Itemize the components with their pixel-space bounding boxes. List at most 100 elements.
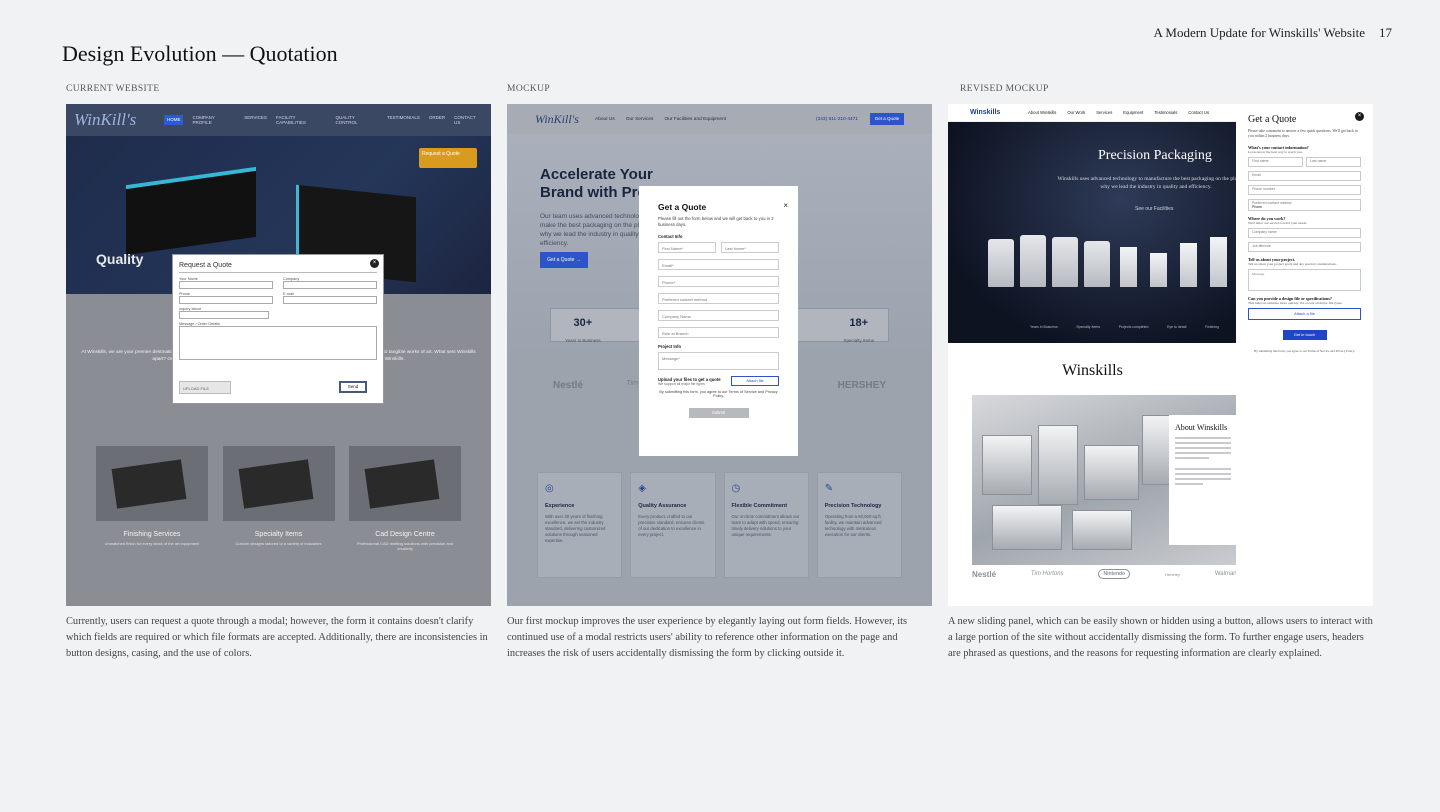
feature-cards: ◎ Experience With over 30 years of finishi… xyxy=(537,472,902,578)
send-button[interactable]: Send xyxy=(339,381,367,393)
message-textarea[interactable] xyxy=(179,326,377,360)
nav-item-about[interactable]: About Us xyxy=(595,117,615,122)
feature-card: ◈ Quality Assurance Every product, crafted… xyxy=(630,472,716,578)
hero-stat: Specialty Items xyxy=(1076,325,1101,329)
email-input[interactable] xyxy=(283,296,377,304)
upload-title: Upload your files to get a quote xyxy=(658,376,721,382)
nav-quote-button[interactable]: Get a Quote xyxy=(870,113,904,125)
modal-title: Request a Quote xyxy=(179,262,377,273)
get-in-touch-button[interactable]: Get in touch xyxy=(1282,330,1327,340)
contact-method-select[interactable]: Preferred contact method Phone xyxy=(1248,199,1361,211)
service-card[interactable]: Finishing Services Unmatched finish for … xyxy=(96,446,208,551)
service-card[interactable]: Cad Design Centre Professional CAD draft… xyxy=(349,446,461,551)
upload-row: Upload your files to get a quote We supp… xyxy=(658,376,779,386)
stat: 18+ Specialty Items xyxy=(843,317,874,343)
attach-file-button[interactable]: Attach file xyxy=(731,376,779,386)
nav-item-testimonials[interactable]: Testimonials xyxy=(1154,110,1177,115)
submit-button[interactable]: Submit xyxy=(688,408,749,418)
last-name-input[interactable]: Last Name* xyxy=(721,242,779,253)
hero-stat: Projects completed xyxy=(1118,325,1149,329)
nav-item-about[interactable]: About Winskills xyxy=(1028,110,1056,115)
inquiry-input[interactable] xyxy=(179,311,269,319)
attach-file-button[interactable]: Attach a file xyxy=(1248,308,1361,320)
feature-title: Precision Technology xyxy=(824,503,882,509)
request-quote-button[interactable]: Request a Quote xyxy=(419,148,477,168)
company-input[interactable]: Company Name xyxy=(658,310,779,321)
column-mockup: MOCKUP WinKill's About Us Our Services O… xyxy=(507,84,932,662)
feature-title: Flexible Commitment xyxy=(731,503,788,509)
terms-text: By submitting this form, you agree to ou… xyxy=(659,390,778,398)
company-input[interactable] xyxy=(283,281,377,289)
card-title: Cad Design Centre xyxy=(375,531,435,538)
phone-input[interactable]: Phone number xyxy=(1248,185,1361,195)
box-image xyxy=(1150,253,1167,287)
role-input[interactable]: Role at Branch xyxy=(658,327,779,338)
role-input[interactable]: Job title/role xyxy=(1248,242,1361,252)
phone-number[interactable]: (343) 811-210-4471 xyxy=(816,117,858,122)
company-input[interactable]: Company name xyxy=(1248,228,1361,238)
nav-item-facility[interactable]: FACILITY CAPABILITIES xyxy=(276,115,327,125)
site-logo[interactable]: WinKill's xyxy=(74,110,164,130)
nav-item-testimonials[interactable]: TESTIMONIALS xyxy=(387,115,420,125)
question-subtext: We'd tailor our service toward your need… xyxy=(1248,221,1308,225)
feature-card: ◎ Experience With over 30 years of finishi… xyxy=(537,472,623,578)
site-menu: About Us Our Services Our Facilities and… xyxy=(595,117,804,122)
close-icon[interactable]: × xyxy=(1355,112,1364,121)
upload-file-button[interactable]: UPLOAD FILE xyxy=(179,381,231,394)
facilities-link[interactable]: See our Facilities xyxy=(1135,206,1173,212)
column-caption: Our first mockup improves the user exper… xyxy=(507,616,908,659)
contact-method-select[interactable]: Preferred contact method xyxy=(658,293,779,304)
email-input[interactable]: Email xyxy=(1248,171,1361,181)
first-name-input[interactable]: First Name* xyxy=(658,242,716,253)
feature-desc: Operating from a 90,000 sq ft facility, … xyxy=(824,514,882,537)
last-name-input[interactable]: Last name xyxy=(1306,157,1361,167)
client-logo: Hershey xyxy=(1165,571,1180,577)
panel-title: Get a Quote xyxy=(1248,114,1297,125)
nav-item-contact[interactable]: Contact Us xyxy=(1188,110,1209,115)
hero-box-image xyxy=(126,166,256,256)
service-card[interactable]: Specialty Items Custom designs tailored … xyxy=(222,446,335,551)
site-logo[interactable]: Winskills xyxy=(970,109,1018,116)
nav-item-work[interactable]: Our Work xyxy=(1067,110,1085,115)
nav-item-services[interactable]: Our Services xyxy=(626,117,654,122)
message-textarea[interactable]: Message* xyxy=(658,352,779,370)
card-image xyxy=(222,446,335,521)
service-cards: Finishing Services Unmatched finish for … xyxy=(96,446,461,551)
phone-input[interactable]: Phone* xyxy=(658,276,779,287)
feature-desc: Every product, crafted to our precision … xyxy=(638,514,705,537)
close-icon[interactable]: × xyxy=(783,201,788,210)
card-image xyxy=(349,446,461,521)
phone-input[interactable] xyxy=(179,296,273,304)
stat-value: 18+ xyxy=(849,317,869,329)
nav-item-services[interactable]: SERVICES xyxy=(244,115,267,125)
stat-label: Years in Business xyxy=(565,338,601,343)
column-caption: A new sliding panel, which can be easily… xyxy=(948,616,1373,659)
revised-mockup-screenshot: Winskills About Winskills Our Work Servi… xyxy=(948,104,1373,606)
terms-text: By submitting this form, you agree to ou… xyxy=(1254,349,1355,353)
nav-item-order[interactable]: ORDER xyxy=(429,115,445,125)
client-logo: Tim Hortons xyxy=(1030,571,1064,577)
card-desc: Unmatched finish for every stock of the … xyxy=(104,541,200,546)
nav-item-quality[interactable]: QUALITY CONTROL xyxy=(336,115,378,125)
question-subtext: This helps us estimate more quickly. We … xyxy=(1248,301,1343,305)
email-input[interactable]: Email* xyxy=(658,259,779,270)
shield-icon: ◈ xyxy=(638,483,646,494)
running-head: A Modern Update for Winskills' Website 1… xyxy=(1153,25,1392,41)
close-icon[interactable]: × xyxy=(370,259,379,268)
nav-item-company-profile[interactable]: COMPANY PROFILE xyxy=(192,115,235,125)
message-textarea[interactable]: Message xyxy=(1248,269,1361,291)
nav-item-equipment[interactable]: Equipment xyxy=(1123,110,1143,115)
first-name-input[interactable]: First name xyxy=(1248,157,1303,167)
site-logo[interactable]: WinKill's xyxy=(535,112,583,127)
nav-item-facilities[interactable]: Our Facilities and Equipment xyxy=(664,117,726,122)
box-image xyxy=(1120,247,1137,287)
page-number: 17 xyxy=(1379,25,1392,40)
nav-item-contact[interactable]: CONTACT US xyxy=(454,115,483,125)
name-input[interactable] xyxy=(179,281,273,289)
pouch-image xyxy=(988,239,1014,287)
client-logo: Nestlé xyxy=(972,569,997,579)
hero-quote-button[interactable]: Get a Quote → xyxy=(540,252,588,268)
nav-item-services[interactable]: Services xyxy=(1096,110,1112,115)
panel-intro: Please take a moment to answer a few qui… xyxy=(1248,129,1358,138)
nav-item-home[interactable]: HOME xyxy=(163,115,184,125)
